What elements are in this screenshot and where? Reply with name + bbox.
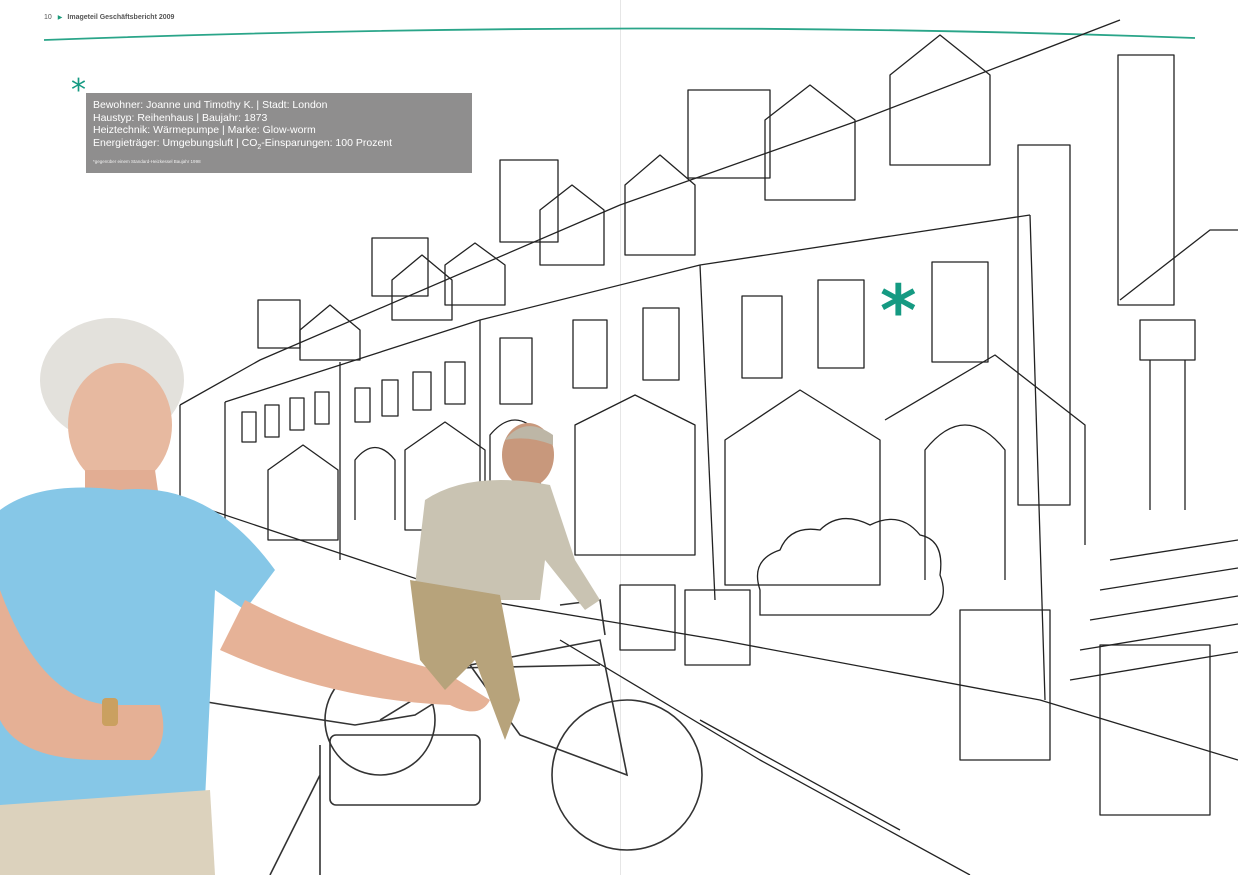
info-footnote: *gegenüber einem Standard-Heizkessel Bau… — [93, 158, 201, 164]
header-accent-line — [43, 27, 1196, 41]
info-line-energy-suffix: -Einsparungen: 100 Prozent — [261, 137, 393, 150]
info-line-energy-prefix: Energieträger: Umgebungsluft | CO — [93, 137, 258, 150]
info-line-heating: Heiztechnik: Wärmepumpe | Marke: Glow-wo… — [93, 124, 316, 137]
info-asterisk: * — [71, 73, 86, 108]
info-line-house-type: Haustyp: Reihenhaus | Baujahr: 1873 — [93, 111, 268, 124]
brochure-spread: 10 ▶ Imageteil Geschäftsbericht 2009 * *… — [0, 0, 1238, 875]
info-line-residents: Bewohner: Joanne und Timothy K. | Stadt:… — [93, 99, 328, 111]
hedge — [756, 518, 944, 616]
info-line-energy: Energieträger: Umgebungsluft | CO2-Einsp… — [93, 137, 465, 155]
resident-info-box: Bewohner: Joanne und Timothy K. | Stadt:… — [86, 93, 472, 173]
green-asterisk: * — [880, 270, 917, 352]
